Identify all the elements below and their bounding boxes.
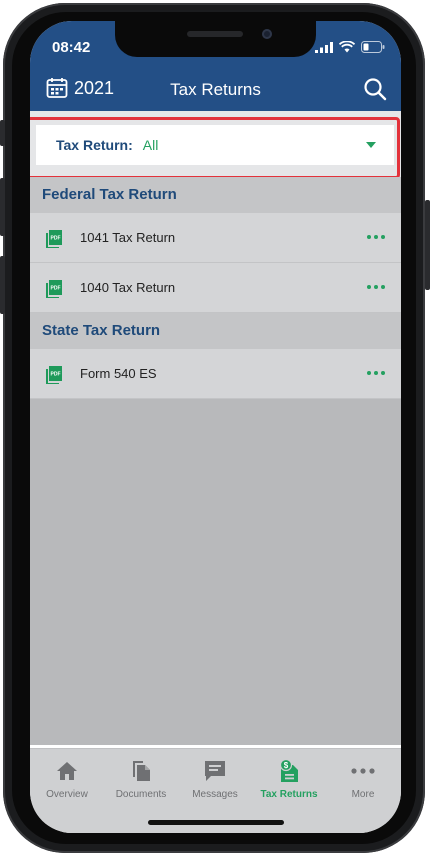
pdf-icon: PDF (46, 365, 62, 384)
wifi-icon (339, 41, 355, 53)
phone-notch (115, 21, 316, 57)
tab-bar: Overview Documents Messages $ Tax Return… (30, 748, 401, 833)
section-header-state: State Tax Return (30, 313, 401, 349)
search-button[interactable] (363, 77, 387, 106)
item-name: 1041 Tax Return (80, 230, 176, 245)
filter-highlight-box (30, 117, 400, 179)
list-item[interactable]: PDF Form 540 ES (30, 349, 401, 399)
svg-text:PDF: PDF (51, 235, 61, 241)
phone-volume-down (0, 256, 5, 314)
section-header-federal: Federal Tax Return (30, 177, 401, 213)
search-icon (364, 78, 387, 101)
filter-bar: Tax Return: All (30, 111, 401, 179)
signal-icon (315, 41, 333, 53)
svg-text:$: $ (284, 761, 289, 770)
battery-icon (361, 41, 385, 53)
home-icon (57, 762, 77, 780)
phone-power-button (425, 200, 430, 290)
page-title: Tax Returns (170, 80, 261, 99)
front-camera (262, 29, 272, 39)
tab-messages[interactable]: Messages (178, 749, 252, 809)
svg-text:PDF: PDF (51, 285, 61, 291)
list-item[interactable]: PDF 1040 Tax Return (30, 263, 401, 313)
phone-side-button (0, 120, 5, 146)
tab-documents[interactable]: Documents (104, 749, 178, 809)
speaker-grille (187, 31, 243, 37)
tab-more[interactable]: More (326, 749, 400, 809)
pdf-icon: PDF (46, 229, 62, 248)
more-options-icon[interactable] (367, 371, 385, 375)
status-icons (315, 41, 385, 53)
tab-label: Documents (115, 789, 167, 800)
phone-volume-up (0, 178, 5, 236)
tab-tax-returns[interactable]: $ Tax Returns (252, 749, 326, 809)
pdf-icon: PDF (46, 279, 62, 298)
tax-return-icon: $ (279, 759, 298, 782)
home-indicator[interactable] (148, 820, 284, 825)
more-options-icon[interactable] (367, 235, 385, 239)
item-name: 1040 Tax Return (80, 280, 176, 295)
app-screen: 08:42 2021 Tax Returns Tax Return: All F… (30, 21, 401, 833)
tab-label: Tax Returns (260, 789, 318, 800)
documents-icon (133, 761, 150, 781)
more-icon (351, 768, 375, 774)
svg-text:PDF: PDF (51, 371, 61, 377)
tab-label: More (351, 789, 375, 800)
tab-label: Messages (192, 789, 238, 800)
tab-overview[interactable]: Overview (30, 749, 104, 809)
item-name: Form 540 ES (80, 366, 157, 381)
list-item[interactable]: PDF 1041 Tax Return (30, 213, 401, 263)
status-time: 08:42 (52, 39, 91, 56)
more-options-icon[interactable] (367, 285, 385, 289)
tab-label: Overview (46, 789, 88, 800)
tax-return-list: Federal Tax Return PDF 1041 Tax Return P… (30, 177, 401, 745)
message-icon (205, 761, 225, 781)
